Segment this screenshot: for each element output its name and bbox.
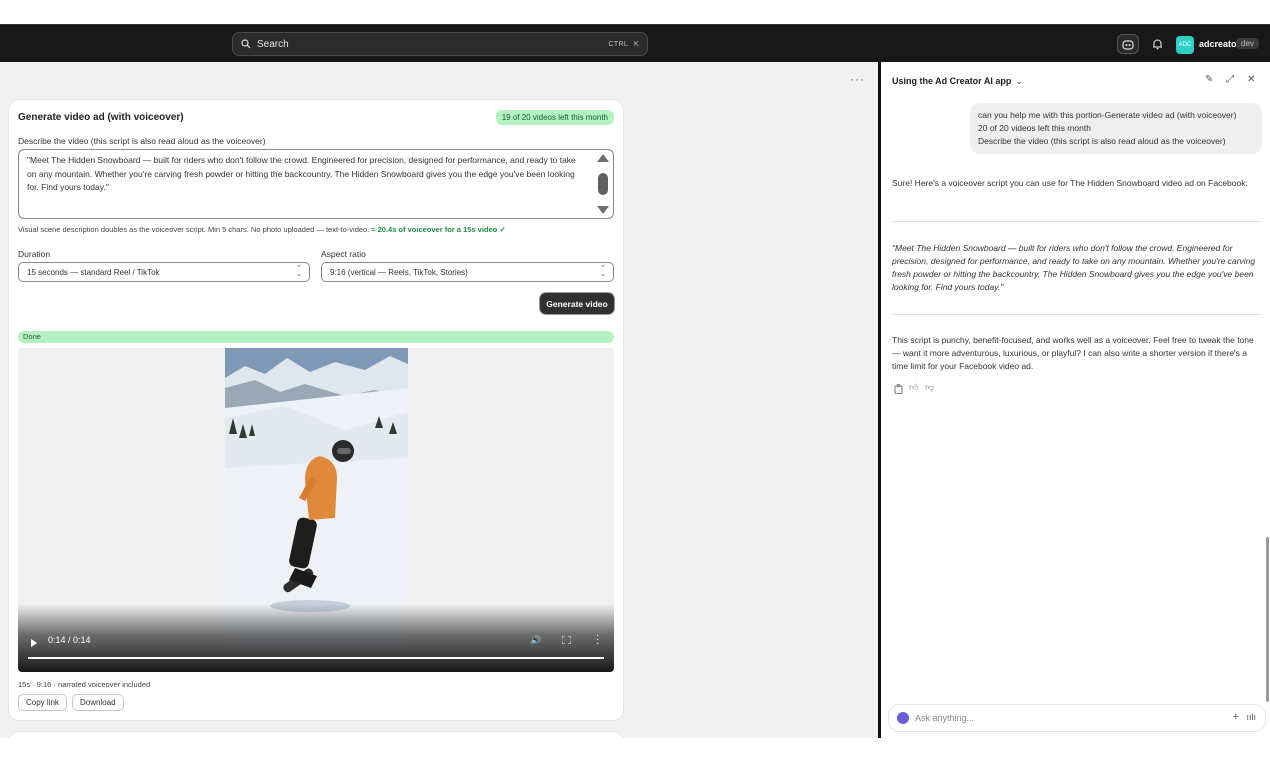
store-avatar[interactable]: ADC xyxy=(1176,36,1194,54)
video-player[interactable]: 0:14 / 0:14 🔊 · · · xyxy=(18,348,614,672)
video-time: 0:14 / 0:14 xyxy=(48,635,91,645)
thumbs-up-icon[interactable]: 👍︎ xyxy=(909,382,918,393)
sidekick-chat-panel: Using the Ad Creator AI app ⌄ ✎ ⤢ ✕ can y… xyxy=(881,62,1270,738)
hint-text: Visual scene description doubles as the … xyxy=(18,225,372,234)
voice-icon[interactable]: ıılı xyxy=(1246,712,1256,722)
sidekick-avatar-icon xyxy=(897,712,909,724)
env-badge: dev xyxy=(1236,38,1259,49)
scroll-up-arrow[interactable] xyxy=(597,154,609,162)
divider-line xyxy=(892,314,1262,315)
shortcut-key: K xyxy=(634,40,639,48)
chevron-down-icon: ⌄ xyxy=(1015,76,1023,86)
assistant-outro: This script is punchy, benefit-focused, … xyxy=(892,335,1254,371)
script-text: "Meet The Hidden Snowboard — built for r… xyxy=(27,155,576,192)
user-message-line: Describe the video (this script is also … xyxy=(978,136,1226,146)
video-description-textarea[interactable]: "Meet The Hidden Snowboard — built for r… xyxy=(18,149,614,219)
window-bottom-strip xyxy=(0,738,1270,760)
volume-icon[interactable]: 🔊 xyxy=(530,635,541,646)
admin-top-bar: Search CTRL K ADC adcreator dev xyxy=(0,24,1270,62)
store-name[interactable]: adcreator xyxy=(1199,39,1240,49)
divider-line xyxy=(892,221,1262,222)
app-canvas: ··· Generate video ad (with voiceover) 1… xyxy=(0,62,878,752)
video-meta: 15s · 9:16 · narrated voiceover included xyxy=(18,680,151,689)
video-menu-icon[interactable]: · · · xyxy=(596,631,600,649)
user-message-line: can you help me with this portion-Genera… xyxy=(978,110,1237,120)
script-hint: Visual scene description doubles as the … xyxy=(18,225,506,234)
shortcut-ctrl: CTRL xyxy=(608,40,629,48)
generate-video-card: Generate video ad (with voiceover) 19 of… xyxy=(9,100,623,720)
user-message-line: 20 of 20 videos left this month xyxy=(978,123,1091,133)
play-icon[interactable] xyxy=(31,639,37,647)
chat-title-text: Using the Ad Creator AI app xyxy=(892,76,1012,86)
status-bar: Done xyxy=(18,331,614,343)
search-icon xyxy=(241,39,251,49)
quota-badge: 19 of 20 videos left this month xyxy=(495,110,614,125)
duration-label: Duration xyxy=(18,249,51,259)
voiceover-length-check: ≈ 20.4s of voiceover for a 15s video ✓ xyxy=(371,225,506,234)
sidekick-button[interactable] xyxy=(1117,34,1139,54)
notifications-button[interactable] xyxy=(1146,34,1168,54)
edit-icon[interactable]: ✎ xyxy=(1205,74,1213,85)
video-controls: 0:14 / 0:14 🔊 · · · xyxy=(18,604,614,672)
search-bar[interactable]: Search CTRL K xyxy=(232,32,648,56)
aspect-ratio-value: 9:16 (vertical — Reels, TikTok, Stories) xyxy=(330,267,468,277)
close-icon[interactable]: ✕ xyxy=(1247,74,1255,85)
plus-icon[interactable]: + xyxy=(1233,711,1239,723)
assistant-intro: Sure! Here's a voiceover script you can … xyxy=(892,178,1248,188)
fullscreen-icon[interactable] xyxy=(562,636,571,644)
copy-icon[interactable] xyxy=(894,384,903,394)
assistant-script: "Meet The Hidden Snowboard — built for r… xyxy=(892,243,1256,292)
textarea-scrollbar[interactable] xyxy=(598,173,608,195)
duration-value: 15 seconds — standard Reel / TikTok xyxy=(27,267,160,277)
more-actions-icon[interactable]: ··· xyxy=(850,72,865,86)
chat-scrollbar[interactable] xyxy=(1266,537,1269,702)
select-chevron-icon: ⌃ ⌄ xyxy=(296,265,302,278)
chat-title[interactable]: Using the Ad Creator AI app ⌄ xyxy=(892,76,1023,87)
describe-label: Describe the video (this script is also … xyxy=(18,136,266,146)
aspect-ratio-label: Aspect ratio xyxy=(321,249,366,259)
aspect-ratio-select[interactable]: 9:16 (vertical — Reels, TikTok, Stories)… xyxy=(321,262,614,282)
composer-placeholder[interactable]: Ask anything... xyxy=(915,713,974,723)
bell-icon xyxy=(1152,39,1162,50)
video-progress-bar[interactable] xyxy=(28,657,604,659)
window-top-strip xyxy=(0,0,1270,24)
card-title: Generate video ad (with voiceover) xyxy=(18,112,184,123)
generate-video-button[interactable]: Generate video xyxy=(540,293,614,314)
user-message: can you help me with this portion-Genera… xyxy=(970,103,1262,154)
expand-icon[interactable]: ⤢ xyxy=(1226,74,1234,85)
select-chevron-icon: ⌃ ⌄ xyxy=(600,265,606,278)
scroll-down-arrow[interactable] xyxy=(597,206,609,214)
download-button[interactable]: Download xyxy=(72,694,124,711)
duration-select[interactable]: 15 seconds — standard Reel / TikTok ⌃ ⌄ xyxy=(18,262,310,282)
chat-composer[interactable]: Ask anything... + ıılı xyxy=(889,705,1265,731)
copy-link-button[interactable]: Copy link xyxy=(18,694,67,711)
search-label: Search xyxy=(257,38,289,50)
sidekick-icon xyxy=(1122,39,1134,50)
thumbs-down-icon[interactable]: 👎︎ xyxy=(925,382,934,393)
